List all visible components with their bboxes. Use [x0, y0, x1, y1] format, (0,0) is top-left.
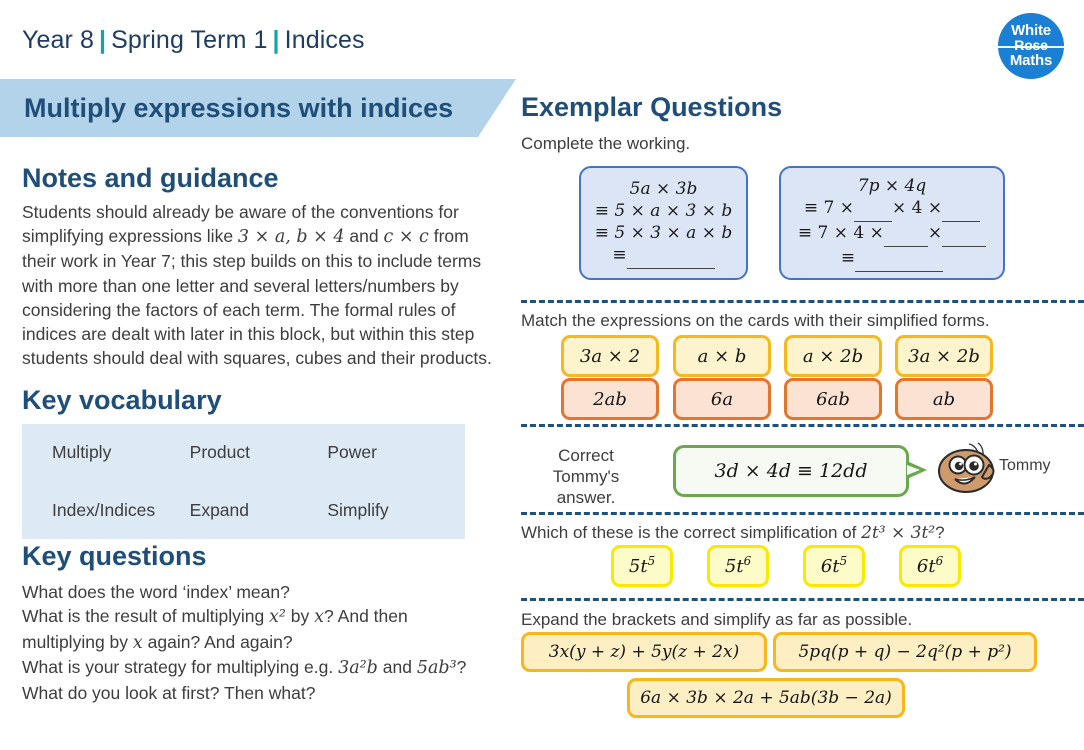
match-card-yellow-1[interactable]: 3a × 2: [561, 335, 659, 377]
kq4-t1: What is your strategy for multiplying e.…: [22, 657, 339, 678]
divider-4: [521, 598, 1084, 601]
breadcrumb-separator-1: |: [98, 26, 107, 54]
key-question-4: What is your strategy for multiplying e.…: [22, 655, 502, 680]
prompt-correct-tommy: Correct Tommy's answer.: [552, 446, 620, 507]
tommy-avatar: [938, 442, 995, 493]
kq2-m1: x²: [269, 607, 286, 628]
notes-math-2: c × c: [383, 227, 429, 248]
which-math: 2t³ × 3t²: [861, 523, 936, 543]
vocabulary-box: Multiply Product Power Index/Indices Exp…: [22, 424, 465, 539]
divider-3: [521, 512, 1084, 515]
answer-blank-2a[interactable]: [854, 199, 892, 222]
notes-math-1: 3 × a, b × 4: [237, 227, 345, 248]
working-box-2-line-1: 7p × 4q: [857, 175, 927, 196]
match-card-yellow-4[interactable]: 3a × 2b: [895, 335, 993, 377]
vocab-term-4: Index/Indices: [52, 499, 156, 520]
vocab-term-3: Power: [327, 442, 377, 463]
speech-bubble-tail-inner: [907, 465, 920, 475]
tommy-name-label: Tommy: [999, 457, 1051, 474]
notes-heading: Notes and guidance: [22, 163, 279, 193]
vocabulary-heading: Key vocabulary: [22, 385, 222, 415]
match-card-yellow-3[interactable]: a × 2b: [784, 335, 882, 377]
prompt-complete-working: Complete the working.: [521, 134, 691, 153]
prompt-expand-brackets: Expand the brackets and simplify as far …: [521, 610, 913, 629]
prompt-which-simplification: Which of these is the correct simplifica…: [521, 523, 945, 543]
breadcrumb-separator-2: |: [272, 26, 280, 54]
vocab-term-1: Multiply: [52, 442, 112, 463]
kq4-m1: 3a²b: [338, 658, 378, 679]
breadcrumb-topic: Indices: [284, 26, 365, 54]
expand-card-1[interactable]: 3x(y + z) + 5y(z + 2x): [521, 632, 767, 672]
page-title: Multiply expressions with indices: [24, 93, 454, 123]
working-box-1-line-4: ≡: [612, 244, 715, 269]
working-box-2-line-4: ≡: [841, 247, 944, 272]
which-text-2: ?: [935, 523, 945, 542]
working-box-2: 7p × 4q ≡ 7 × × 4 × ≡ 7 × 4 × × ≡: [779, 166, 1005, 280]
divider-2: [521, 424, 1084, 427]
kq3-t1: multiplying by: [22, 631, 133, 652]
mcq-option-3[interactable]: 6t5: [803, 545, 865, 587]
tommy-statement: 3d × 4d ≡ 12dd: [714, 460, 868, 482]
answer-blank-2b[interactable]: [942, 199, 981, 222]
match-card-orange-3[interactable]: 6ab: [784, 378, 882, 420]
breadcrumb-term: Spring Term 1: [111, 26, 268, 54]
match-card-orange-2[interactable]: 6a: [673, 378, 771, 420]
answer-blank-4[interactable]: [855, 249, 944, 272]
key-question-3: multiplying by x again? And again?: [22, 630, 502, 655]
notes-text-2: and: [344, 226, 384, 247]
answer-blank-3a[interactable]: [883, 224, 928, 247]
answer-blank-3b[interactable]: [942, 224, 987, 247]
key-question-5: What do you look at first? Then what?: [22, 681, 502, 705]
vocab-term-2: Product: [189, 442, 250, 463]
expand-card-2[interactable]: 5pq(p + q) − 2q²(p + p²): [773, 632, 1037, 672]
key-questions-list: What does the word ‘index’ mean? What is…: [22, 580, 502, 705]
match-card-orange-4[interactable]: ab: [895, 378, 993, 420]
exemplar-column: Exemplar Questions Complete the working.…: [521, 0, 1084, 750]
working-box-2-line-2: ≡ 7 × × 4 ×: [804, 197, 981, 222]
kq2-t1: What is the result of multiplying: [22, 606, 270, 627]
match-card-yellow-2[interactable]: a × b: [673, 335, 771, 377]
kq2-m2: x: [314, 607, 325, 628]
key-questions-heading: Key questions: [22, 541, 207, 571]
notes-paragraph: Students should already be aware of the …: [22, 200, 496, 370]
working-box-1: 5a × 3b ≡ 5 × a × 3 × b ≡ 5 × 3 × a × b …: [579, 166, 748, 280]
divider-1: [521, 300, 1084, 303]
vocab-term-6: Simplify: [327, 499, 389, 520]
key-question-2: What is the result of multiplying x² by …: [22, 604, 502, 629]
kq3-t2: again? And again?: [142, 631, 293, 652]
mcq-option-4[interactable]: 6t6: [899, 545, 961, 587]
worksheet-page: Year 8 | Spring Term 1 | Indices White Rose …: [0, 0, 1084, 750]
notes-text-3: from their work in Year 7; this step bui…: [22, 226, 492, 369]
vocab-term-5: Expand: [189, 499, 250, 520]
breadcrumb: Year 8 | Spring Term 1 | Indices: [22, 26, 365, 55]
match-card-orange-1[interactable]: 2ab: [561, 378, 659, 420]
working-box-1-line-3: ≡ 5 × 3 × a × b: [594, 222, 733, 243]
answer-blank-1[interactable]: [626, 246, 715, 269]
mcq-option-1[interactable]: 5t5: [611, 545, 673, 587]
prompt-match-cards: Match the expressions on the cards with …: [521, 311, 990, 330]
kq1-t1: What does the word ‘index’ mean?: [22, 582, 290, 602]
kq4-m2: 5ab³: [416, 658, 457, 679]
working-box-1-line-1: 5a × 3b: [629, 178, 698, 199]
expand-card-3[interactable]: 6a × 3b × 2a + 5ab(3b − 2a): [627, 678, 905, 718]
kq4-t2: and: [377, 657, 417, 678]
which-text-1: Which of these is the correct simplifica…: [521, 523, 862, 542]
vocabulary-grid: Multiply Product Power Index/Indices Exp…: [22, 424, 465, 539]
kq2-t2: by: [285, 606, 315, 627]
kq4-t3: ?: [456, 657, 467, 678]
kq5-t1: What do you look at first? Then what?: [22, 682, 316, 703]
mcq-option-2[interactable]: 5t6: [707, 545, 769, 587]
kq3-m1: x: [132, 632, 143, 653]
working-box-2-line-3: ≡ 7 × 4 × ×: [798, 222, 987, 247]
tommy-speech-bubble: 3d × 4d ≡ 12dd: [673, 445, 927, 497]
key-question-1: What does the word ‘index’ mean?: [22, 580, 502, 604]
exemplar-heading: Exemplar Questions: [521, 92, 783, 122]
breadcrumb-year: Year 8: [22, 26, 94, 54]
kq2-t3: ? And then: [324, 606, 408, 627]
working-box-1-line-2: ≡ 5 × a × 3 × b: [594, 200, 733, 221]
